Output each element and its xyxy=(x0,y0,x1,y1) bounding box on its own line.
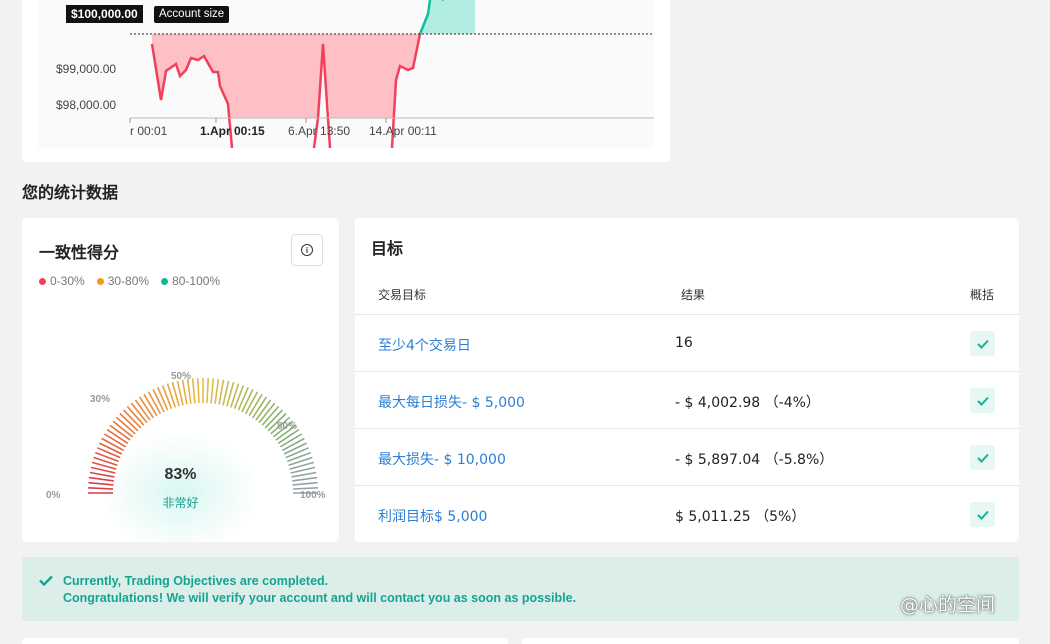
gauge-tick xyxy=(287,451,311,463)
y-tick-label: $98,000.00 xyxy=(56,98,117,112)
gauge-tick xyxy=(191,378,196,404)
gauge-tick xyxy=(99,442,123,455)
x-tick-label: 14.Apr 00:11 xyxy=(369,124,437,138)
gauge-tick xyxy=(233,385,245,409)
objective-name[interactable]: 最大损失- $ 10,000 xyxy=(378,449,506,469)
equity-chart-card: $100,000.00 Account size $99,000.00 $98,… xyxy=(22,0,670,162)
gauge-tick-label: 50% xyxy=(171,371,192,382)
objective-name[interactable]: 至少4个交易日 xyxy=(378,335,471,355)
legend-item-high: 80-100% xyxy=(161,274,220,288)
consistency-title: 一致性得分 xyxy=(39,243,120,262)
consistency-legend: 0-30% 30-80% 80-100% xyxy=(39,274,220,288)
legend-item-low: 0-30% xyxy=(39,274,85,288)
gauge-tick xyxy=(157,386,169,411)
gauge-tick xyxy=(292,487,318,490)
passed-check-badge xyxy=(970,445,995,470)
objective-name[interactable]: 最大每日损失- $ 5,000 xyxy=(378,392,525,412)
gauge-tick xyxy=(206,378,209,404)
objective-row: 最大损失- $ 10,000 - $ 5,897.04 （-5.8%） xyxy=(355,428,1019,485)
x-tick-label: 1.Apr 00:15 xyxy=(200,124,265,138)
statistics-section-title: 您的统计数据 xyxy=(22,183,119,202)
passed-check-badge xyxy=(970,331,995,356)
gauge-tick xyxy=(197,378,200,404)
gauge-tick xyxy=(88,487,114,490)
gauge-tick xyxy=(283,442,307,455)
gauge-tick xyxy=(210,378,215,404)
passed-check-badge xyxy=(970,388,995,413)
objective-result: $ 5,011.25 （5%） xyxy=(675,509,806,525)
legend-label: 80-100% xyxy=(172,274,221,288)
objective-row: 至少4个交易日 16 xyxy=(355,314,1019,371)
x-tick-label: r 00:01 xyxy=(130,124,168,138)
gauge-tick xyxy=(95,451,119,463)
legend-dot xyxy=(96,277,104,285)
objective-result: - $ 5,897.04 （-5.8%） xyxy=(675,452,834,468)
objective-name[interactable]: 利润目标$ 5,000 xyxy=(378,506,487,526)
objective-row: 最大每日损失- $ 5,000 - $ 4,002.98 （-4%） xyxy=(355,371,1019,428)
legend-label: 0-30% xyxy=(50,274,85,288)
result-column-header: 结果 xyxy=(681,288,706,302)
gauge-tick xyxy=(241,389,254,413)
loss-area xyxy=(152,34,420,118)
consistency-score-text: 非常好 xyxy=(162,496,199,510)
bottom-card-right xyxy=(522,638,1019,644)
consistency-score-card: 一致性得分 i 0-30% 30-80% 80-100% 0% 30% 50% … xyxy=(22,218,339,542)
legend-item-mid: 30-80% xyxy=(96,274,150,288)
watermark-text: @心的空间 xyxy=(900,594,996,616)
objective-row: 利润目标$ 5,000 $ 5,011.25 （5%） xyxy=(355,485,1019,542)
bottom-card-left xyxy=(22,638,508,644)
gauge-tick xyxy=(96,447,121,459)
gauge-tick xyxy=(181,379,188,405)
gauge-tick xyxy=(285,447,310,459)
info-icon: i xyxy=(301,244,313,256)
legend-dot xyxy=(39,277,46,285)
gauge-tick xyxy=(161,385,173,409)
objective-column-header: 交易目标 xyxy=(378,288,427,302)
check-icon xyxy=(976,453,989,463)
objectives-card: 目标 交易目标 结果 概括 至少4个交易日 16 最大每日损失- $ 5,000… xyxy=(355,218,1019,542)
check-icon xyxy=(39,575,53,586)
alert-line-2: Congratulations! We will verify your acc… xyxy=(63,591,577,605)
check-icon xyxy=(976,396,989,406)
gauge-tick xyxy=(218,379,225,405)
legend-dot xyxy=(161,277,169,285)
account-size-label: Account size xyxy=(154,6,230,23)
consistency-score-value: 83% xyxy=(164,466,197,483)
account-size-value-badge: $100,000.00 xyxy=(66,5,143,23)
passed-check-badge xyxy=(970,502,995,527)
check-icon xyxy=(976,339,989,349)
gauge-tick xyxy=(237,386,249,411)
info-button[interactable]: i xyxy=(291,234,323,266)
alert-line-1: Currently, Trading Objectives are comple… xyxy=(63,574,329,588)
gauge-tick-label: 30% xyxy=(90,394,111,405)
check-icon xyxy=(976,510,989,520)
objectives-title: 目标 xyxy=(371,239,404,258)
gauge-tick xyxy=(214,378,220,404)
x-tick-label: 6.Apr 13:50 xyxy=(288,124,351,138)
success-alert: Currently, Trading Objectives are comple… xyxy=(22,557,1019,621)
gauge-tick-label: 80% xyxy=(277,421,298,432)
gauge-tick xyxy=(152,389,165,413)
y-tick-label: $99,000.00 xyxy=(56,62,117,76)
gauge-tick xyxy=(186,378,192,404)
legend-label: 30-80% xyxy=(107,274,150,288)
objective-result: 16 xyxy=(675,335,693,351)
objective-result: - $ 4,002.98 （-4%） xyxy=(675,395,820,411)
summary-column-header: 概括 xyxy=(970,288,995,302)
